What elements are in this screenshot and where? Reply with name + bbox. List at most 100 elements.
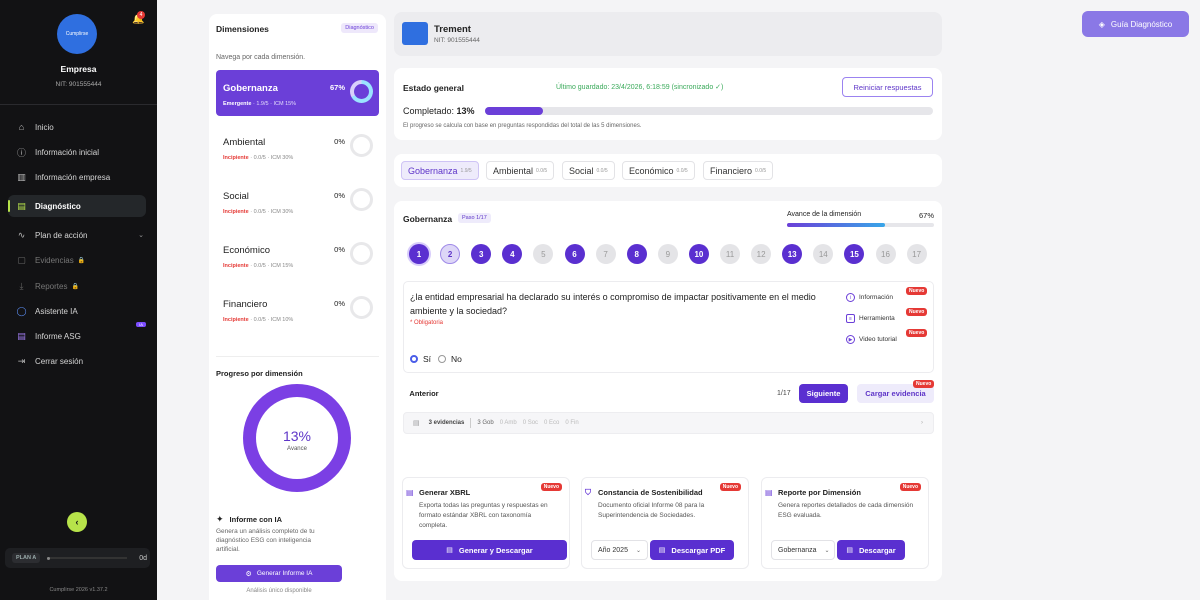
dimension-icm: ICM 15% bbox=[273, 101, 297, 107]
tab-financiero[interactable]: Financiero 0.0/5 bbox=[703, 161, 774, 180]
option-yes[interactable]: Sí bbox=[410, 354, 431, 364]
select-value: Gobernanza bbox=[778, 546, 817, 554]
completed-value: 13% bbox=[456, 106, 475, 116]
card-description: Genera reportes detallados de cada dimen… bbox=[778, 502, 914, 519]
dimension-pct: 0% bbox=[334, 137, 345, 146]
file-icon: ▢ bbox=[17, 254, 26, 265]
file-icon: ▤ bbox=[446, 547, 453, 554]
collapse-sidebar-button[interactable]: ‹ bbox=[67, 512, 87, 532]
nav-label: Plan de acción bbox=[35, 230, 88, 240]
nav-informacion-inicial[interactable]: ⓘ Información inicial bbox=[8, 141, 146, 163]
tab-label: Social bbox=[569, 165, 594, 176]
dimension-pct: 0% bbox=[334, 299, 345, 308]
dimension-progress-ring bbox=[350, 80, 373, 103]
new-badge: Nuevo bbox=[719, 483, 741, 491]
chevron-down-icon: ⌄ bbox=[824, 547, 830, 554]
dimension-select[interactable]: Gobernanza ⌄ bbox=[771, 540, 835, 560]
dimension-ambiental[interactable]: Ambiental Incipiente · 0.0/5 · ICM 30% 0… bbox=[216, 124, 379, 170]
chevron-down-icon: ⌄ bbox=[138, 232, 144, 239]
generate-download-button[interactable]: ▤ Generar y Descargar bbox=[412, 540, 567, 560]
info-link[interactable]: i Información bbox=[846, 293, 893, 302]
dimensions-subtitle: Navega por cada dimensión. bbox=[216, 54, 306, 61]
nav-label: Información inicial bbox=[35, 147, 100, 157]
company-nit: NIT: 901555444 bbox=[434, 37, 480, 44]
step-6[interactable]: 6 bbox=[564, 244, 585, 264]
step-10[interactable]: 10 bbox=[688, 244, 709, 264]
advance-progress-bar bbox=[787, 223, 934, 227]
dimension-social[interactable]: Social Incipiente · 0.0/5 · ICM 30% 0% bbox=[216, 178, 379, 224]
step-2[interactable]: 2 bbox=[440, 244, 461, 264]
evidence-bar[interactable]: ▤ 3 evidencias 3 Gob 0 Amb 0 Soc 0 Eco 0… bbox=[403, 412, 934, 434]
step-16[interactable]: 16 bbox=[875, 244, 896, 264]
dimension-name: Gobernanza bbox=[223, 83, 278, 94]
radio-selected bbox=[410, 355, 418, 363]
button-label: Generar y Descargar bbox=[458, 545, 533, 555]
nav-asistente-ia[interactable]: ◯ Asistente IA bbox=[8, 300, 146, 322]
option-label: Sí bbox=[423, 354, 432, 364]
dimension-gobernanza[interactable]: Gobernanza Emergente · 1.9/5 · ICM 15% 6… bbox=[216, 70, 379, 116]
step-8[interactable]: 8 bbox=[626, 244, 647, 264]
tab-ambiental[interactable]: Ambiental 0.0/5 bbox=[486, 161, 555, 180]
option-no[interactable]: No bbox=[438, 354, 462, 364]
divider bbox=[0, 104, 157, 105]
dimension-economico[interactable]: Económico Incipiente · 0.0/5 · ICM 15% 0… bbox=[216, 232, 379, 278]
card-title-text: Generar XBRL bbox=[419, 488, 471, 497]
activity-icon: ∿ bbox=[17, 229, 26, 240]
nav-diagnostico[interactable]: ▤ Diagnóstico bbox=[8, 195, 146, 217]
tab-social[interactable]: Social 0.0/5 bbox=[562, 161, 615, 180]
tab-gobernanza[interactable]: Gobernanza 1.9/5 bbox=[401, 161, 479, 180]
report-icon: ▤ bbox=[17, 330, 26, 341]
building-icon: ▥ bbox=[17, 171, 26, 182]
ai-report-description: Genera un análisis completo de tu diagnó… bbox=[216, 528, 315, 553]
download-button[interactable]: ▤ Descargar bbox=[837, 540, 905, 560]
step-17[interactable]: 17 bbox=[906, 244, 927, 264]
new-badge: Nuevo bbox=[540, 483, 562, 491]
step-tag: Paso 1/17 bbox=[458, 213, 491, 223]
overall-progress-ring: 13% Avance bbox=[243, 384, 351, 492]
dimension-meta: Incipiente · 0.0/5 · ICM 30% bbox=[223, 209, 294, 215]
previous-button[interactable]: Anterior bbox=[403, 385, 445, 402]
nav-reportes[interactable]: ⤓ Reportes 🔒 bbox=[8, 275, 146, 297]
nav-label: Asistente IA bbox=[35, 306, 78, 316]
nav-label: Inicio bbox=[35, 122, 54, 132]
dimension-financiero[interactable]: Financiero Incipiente · 0.0/5 · ICM 10% … bbox=[216, 286, 379, 332]
guide-button[interactable]: ◈ Guía Diagnóstico bbox=[1082, 11, 1189, 37]
step-7[interactable]: 7 bbox=[595, 244, 616, 264]
step-13[interactable]: 13 bbox=[782, 244, 803, 264]
button-label: Descargar bbox=[858, 545, 896, 555]
chevron-right-icon: › bbox=[921, 420, 923, 426]
next-button[interactable]: Siguiente bbox=[799, 384, 848, 403]
link-label: Herramienta bbox=[859, 315, 895, 322]
step-12[interactable]: 12 bbox=[751, 244, 772, 264]
tab-score: 0.0/5 bbox=[536, 167, 548, 174]
video-link[interactable]: ▶ Video tutorial bbox=[846, 335, 897, 344]
status-card: Estado general Último guardado: 23/4/202… bbox=[394, 68, 942, 140]
reset-answers-button[interactable]: Reiniciar respuestas bbox=[842, 77, 933, 97]
nav-inicio[interactable]: ⌂ Inicio bbox=[8, 116, 146, 138]
evidence-fin: 0 Fin bbox=[565, 420, 579, 426]
step-11[interactable]: 11 bbox=[720, 244, 740, 264]
tool-link[interactable]: ≡ Herramienta bbox=[846, 314, 895, 323]
generate-ai-report-button[interactable]: ⚙ Generar Informe IA bbox=[216, 565, 342, 582]
step-15[interactable]: 15 bbox=[844, 244, 865, 264]
step-3[interactable]: 3 bbox=[471, 244, 492, 264]
nav-label: Reportes bbox=[35, 281, 68, 291]
step-14[interactable]: 14 bbox=[813, 244, 834, 264]
dimension-icm: ICM 15% bbox=[270, 263, 294, 269]
nav-informacion-empresa[interactable]: ▥ Información empresa bbox=[8, 166, 146, 188]
download-pdf-button[interactable]: ▤ Descargar PDF bbox=[650, 540, 734, 560]
step-4[interactable]: 4 bbox=[502, 244, 523, 264]
nav-informe-asg[interactable]: ▤ Informe ASG IA bbox=[8, 322, 146, 347]
evidence-gob: 3 Gob bbox=[477, 420, 494, 426]
nav-evidencias[interactable]: ▢ Evidencias 🔒 bbox=[8, 249, 146, 271]
step-5[interactable]: 5 bbox=[533, 244, 554, 264]
nav-plan-de-accion[interactable]: ∿ Plan de acción ⌄ bbox=[8, 224, 146, 246]
tab-economico[interactable]: Económico 0.0/5 bbox=[622, 161, 695, 180]
step-1[interactable]: 1 bbox=[409, 244, 429, 264]
year-select[interactable]: Año 2025 ⌄ bbox=[591, 540, 648, 560]
nav-cerrar-sesion[interactable]: ⇥ Cerrar sesión bbox=[8, 350, 146, 372]
ia-badge: IA bbox=[136, 322, 146, 327]
ai-title-text: Informe con IA bbox=[229, 515, 283, 524]
step-9[interactable]: 9 bbox=[657, 244, 678, 264]
dimension-score: 0.0/5 bbox=[253, 209, 266, 215]
